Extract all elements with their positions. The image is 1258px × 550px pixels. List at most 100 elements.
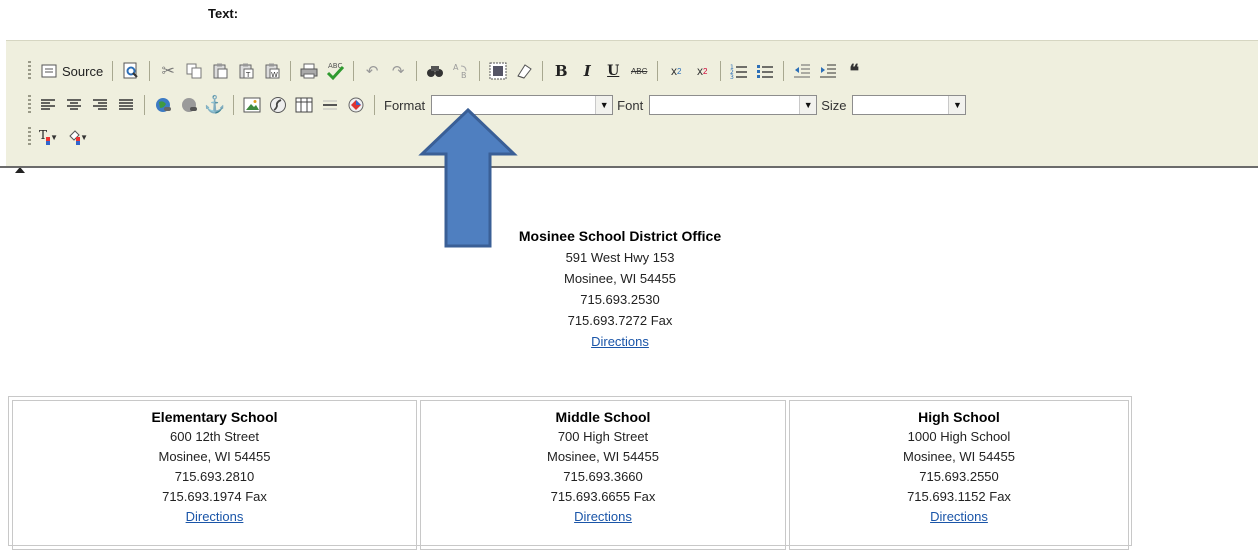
cut-button[interactable]: ✂	[157, 60, 179, 82]
school-fax: 715.693.6655 Fax	[421, 487, 785, 507]
school-phone: 715.693.2550	[790, 467, 1128, 487]
svg-text:B: B	[461, 71, 467, 80]
text-color-button[interactable]: T ▼	[37, 126, 59, 148]
align-center-icon	[64, 95, 84, 115]
office-city: Mosinee, WI 54455	[420, 268, 820, 289]
source-icon	[39, 61, 59, 81]
unordered-list-button[interactable]	[754, 60, 776, 82]
paste-word-icon: W	[262, 61, 282, 81]
select-all-button[interactable]	[487, 60, 509, 82]
ordered-list-icon: 123	[729, 61, 749, 81]
table-button[interactable]	[293, 94, 315, 116]
toolbar-grip[interactable]	[28, 127, 31, 147]
chevron-down-icon[interactable]: ▼	[948, 96, 965, 114]
office-directions-link[interactable]: Directions	[591, 334, 649, 349]
indent-icon	[818, 61, 838, 81]
preview-button[interactable]	[120, 60, 142, 82]
office-phone: 715.693.2530	[420, 289, 820, 310]
school-address: 700 High Street	[421, 427, 785, 447]
background-color-button[interactable]: ▼	[67, 126, 89, 148]
print-button[interactable]	[298, 60, 320, 82]
blockquote-button[interactable]: ❝	[843, 60, 865, 82]
redo-button[interactable]: ↷	[387, 60, 409, 82]
copy-button[interactable]	[183, 60, 205, 82]
size-label: Size	[821, 98, 846, 113]
replace-button[interactable]: AB	[450, 60, 472, 82]
source-label: Source	[62, 64, 103, 79]
image-button[interactable]	[241, 94, 263, 116]
spellcheck-button[interactable]: ABC	[324, 60, 346, 82]
remove-format-icon	[514, 61, 534, 81]
unlink-icon	[179, 95, 199, 115]
ordered-list-button[interactable]: 123	[728, 60, 750, 82]
toolbar-grip[interactable]	[28, 61, 31, 81]
arrow-shape	[422, 110, 514, 246]
bold-button[interactable]: B	[550, 60, 572, 82]
superscript-button[interactable]: x2	[691, 60, 713, 82]
font-label: Font	[617, 98, 643, 113]
underline-button[interactable]: U	[602, 60, 624, 82]
link-button[interactable]	[152, 94, 174, 116]
align-right-icon	[90, 95, 110, 115]
anchor-icon: ⚓	[205, 95, 225, 115]
size-value	[853, 96, 948, 114]
strikethrough-button[interactable]: ABC	[628, 60, 650, 82]
school-directions-link[interactable]: Directions	[186, 509, 244, 524]
school-city: Mosinee, WI 54455	[421, 447, 785, 467]
align-right-button[interactable]	[89, 94, 111, 116]
justify-button[interactable]	[115, 94, 137, 116]
school-phone: 715.693.2810	[13, 467, 416, 487]
school-name: Middle School	[421, 407, 785, 427]
font-select[interactable]: ▼	[649, 95, 817, 115]
strikethrough-icon: ABC	[629, 61, 649, 81]
horizontal-rule-button[interactable]	[319, 94, 341, 116]
toolbar-separator	[290, 61, 291, 81]
school-directions-link[interactable]: Directions	[574, 509, 632, 524]
svg-text:W: W	[271, 71, 278, 79]
outdent-button[interactable]	[791, 60, 813, 82]
school-name: High School	[790, 407, 1128, 427]
school-fax: 715.693.1152 Fax	[790, 487, 1128, 507]
align-left-button[interactable]	[37, 94, 59, 116]
text-color-icon: T ▼	[38, 127, 58, 147]
indent-button[interactable]	[817, 60, 839, 82]
undo-button[interactable]: ↶	[361, 60, 383, 82]
justify-icon	[116, 95, 136, 115]
chevron-down-icon: ▼	[50, 133, 58, 142]
paste-text-button[interactable]: T	[235, 60, 257, 82]
school-cell-high: High School 1000 High School Mosinee, WI…	[789, 400, 1129, 550]
special-char-button[interactable]	[345, 94, 367, 116]
align-center-button[interactable]	[63, 94, 85, 116]
school-directions-link[interactable]: Directions	[930, 509, 988, 524]
school-address: 1000 High School	[790, 427, 1128, 447]
find-icon	[425, 61, 445, 81]
image-icon	[242, 95, 262, 115]
italic-button[interactable]: I	[576, 60, 598, 82]
source-button[interactable]: Source	[37, 60, 105, 82]
spellcheck-icon: ABC	[325, 61, 345, 81]
toolbar-separator	[233, 95, 234, 115]
toolbar-grip[interactable]	[28, 95, 31, 115]
preview-icon	[121, 61, 141, 81]
paste-button[interactable]	[209, 60, 231, 82]
unlink-button[interactable]	[178, 94, 200, 116]
editor-content[interactable]: Mosinee School District Office 591 West …	[0, 168, 1258, 546]
anchor-button[interactable]: ⚓	[204, 94, 226, 116]
flash-button[interactable]	[267, 94, 289, 116]
subscript-button[interactable]: x2	[665, 60, 687, 82]
find-button[interactable]	[424, 60, 446, 82]
toolbar-separator	[416, 61, 417, 81]
paste-word-button[interactable]: W	[261, 60, 283, 82]
remove-format-button[interactable]	[513, 60, 535, 82]
size-select[interactable]: ▼	[852, 95, 966, 115]
outdent-icon	[792, 61, 812, 81]
chevron-down-icon[interactable]: ▼	[595, 96, 612, 114]
editor-toolbar: Source ✂ T W ABC ↶ ↷	[6, 40, 1258, 167]
table-icon	[294, 95, 314, 115]
toolbar-separator	[783, 61, 784, 81]
font-value	[650, 96, 799, 114]
cut-icon: ✂	[158, 61, 178, 81]
undo-icon: ↶	[362, 61, 382, 81]
underline-icon: U	[603, 61, 623, 81]
chevron-down-icon[interactable]: ▼	[799, 96, 816, 114]
